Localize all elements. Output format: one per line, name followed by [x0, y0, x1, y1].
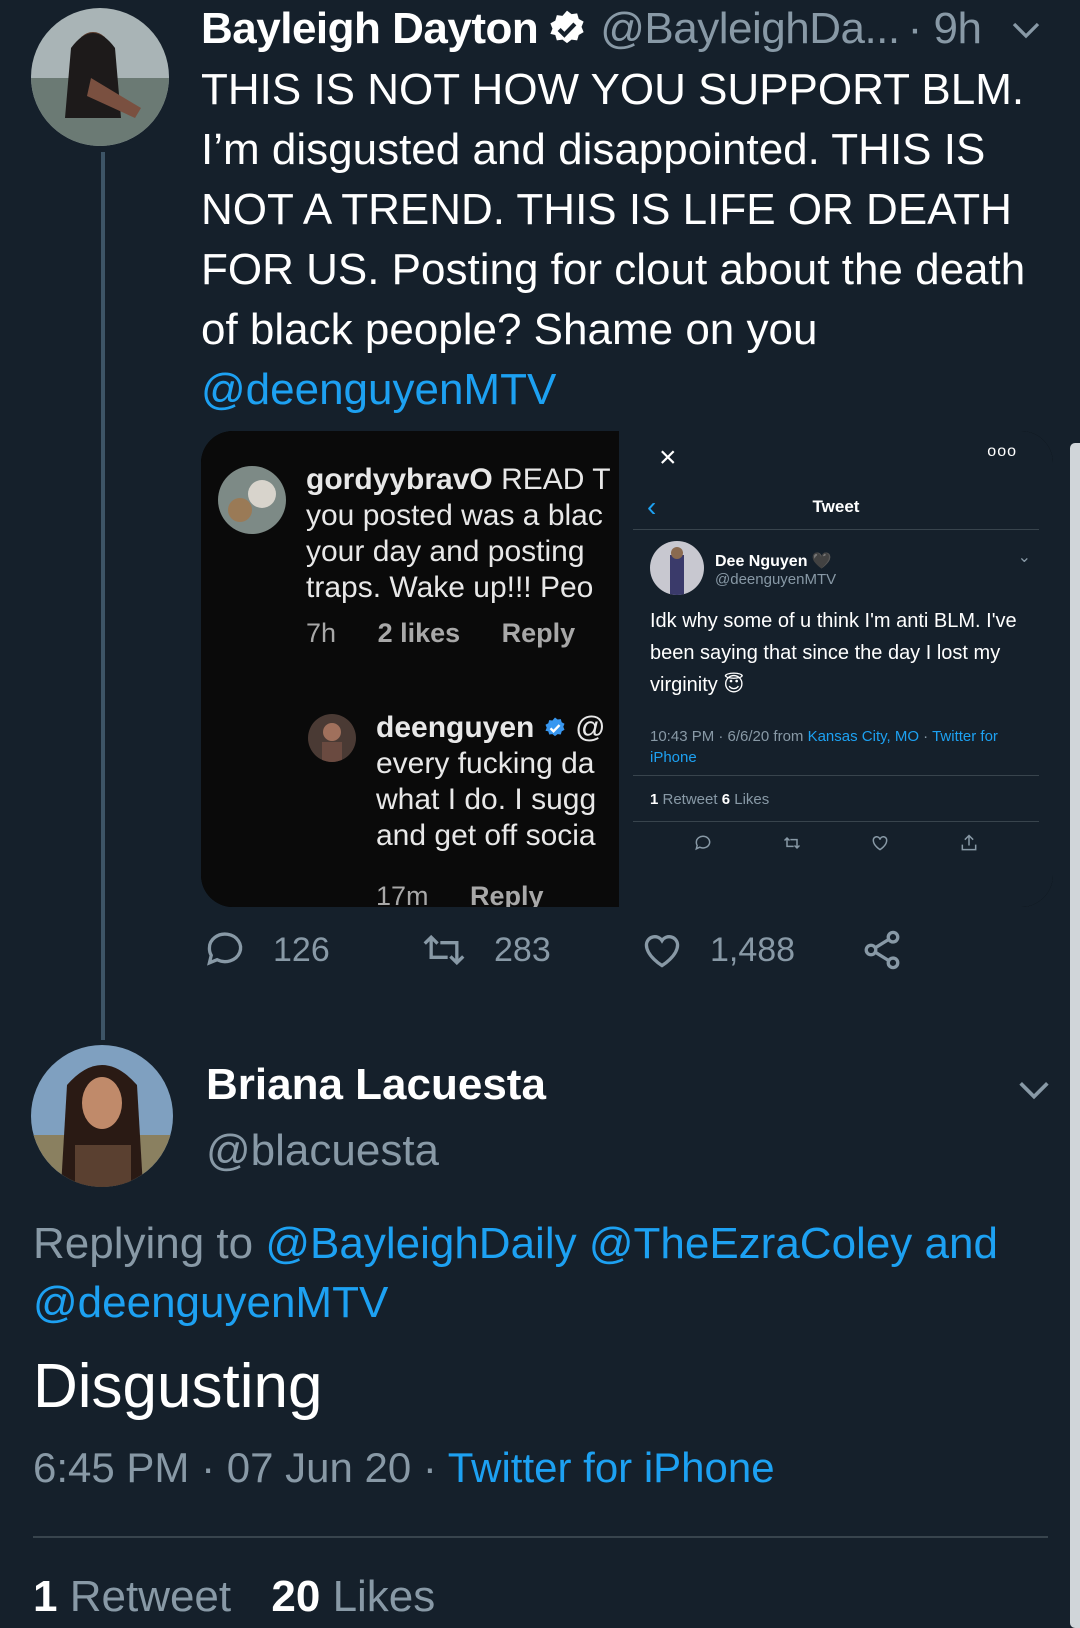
embedded-tweet-name: Dee Nguyen 🖤	[715, 553, 832, 570]
comment1-user: gordyybravO	[306, 463, 493, 496]
dee-avatar	[650, 541, 704, 595]
instagram-comments-screenshot: gordyybravO READ T you posted was a blac…	[201, 431, 619, 907]
tweet2-stats: 1 Retweet 20 Likes	[33, 1572, 435, 1622]
embedded-rt-label: Retweet	[658, 791, 722, 808]
comment2-user: deenguyen	[376, 711, 535, 744]
tweet2-text: Disgusting	[33, 1352, 323, 1421]
like-count: 1,488	[710, 930, 796, 969]
tweet1-handle[interactable]: @BayleighDa...	[600, 4, 900, 54]
comment2-line3: what I do. I sugg	[376, 783, 597, 816]
thread-connector	[101, 152, 105, 1040]
chevron-down-icon[interactable]	[1014, 1070, 1054, 1110]
heart-icon	[872, 835, 888, 851]
retweet-icon	[423, 934, 465, 966]
tweet2-source-link[interactable]: Twitter for iPhone	[448, 1444, 775, 1491]
mention-theezracoley[interactable]: @TheEzraColey	[589, 1219, 912, 1268]
reply-button[interactable]: 126	[203, 928, 330, 972]
tweet1-text: THIS IS NOT HOW YOU SUPPORT BLM. I’m dis…	[201, 60, 1061, 420]
comment2-line2: every fucking da	[376, 747, 595, 780]
tweet2-author-name[interactable]: Briana Lacuesta	[206, 1060, 546, 1110]
reply-count: 126	[273, 930, 330, 969]
tweet2-handle[interactable]: @blacuesta	[206, 1126, 439, 1176]
commenter2-avatar	[308, 714, 356, 762]
tweet2-like-label[interactable]: Likes	[333, 1572, 436, 1621]
embedded-divider	[633, 775, 1039, 776]
tweet2-retweet-count[interactable]: 1	[33, 1572, 57, 1621]
comment1-time: 7h	[306, 618, 337, 648]
comment2-line4: and get off socia	[376, 819, 596, 852]
comment1-text: gordyybravO READ T you posted was a blac…	[306, 462, 611, 606]
comment2-meta: 17m Reply	[376, 881, 578, 907]
verified-badge-icon	[545, 717, 565, 737]
comment2-text: deenguyen @ every fucking da what I do. …	[376, 710, 606, 854]
like-button[interactable]: 1,488	[640, 928, 795, 972]
comment1-line1: READ T	[501, 463, 611, 496]
avatar-image	[31, 1045, 173, 1187]
tweet1-body: THIS IS NOT HOW YOU SUPPORT BLM. I’m dis…	[201, 65, 1026, 354]
divider	[33, 1536, 1048, 1538]
retweet-button[interactable]: 283	[420, 928, 551, 972]
embedded-tweet-sep: ·	[919, 728, 933, 745]
embedded-tweet-handle: @deenguyenMTV	[715, 571, 837, 588]
mention-bayleighdaily[interactable]: @BayleighDaily	[265, 1219, 576, 1268]
embedded-like-count: 6	[721, 791, 731, 808]
tweet1-mention-link[interactable]: @deenguyenMTV	[201, 360, 1061, 420]
replying-to: Replying to @BayleighDaily @TheEzraColey…	[33, 1214, 1053, 1332]
embedded-tweet-meta: 10:43 PM · 6/6/20 from Kansas City, MO ·…	[650, 726, 1030, 768]
embedded-tweet-location: Kansas City, MO	[807, 728, 919, 745]
embedded-tweet-body: Idk why some of u think I'm anti BLM. I'…	[650, 610, 1017, 696]
comment1-line3: your day and posting	[306, 535, 585, 568]
comment2-time: 17m	[376, 881, 429, 907]
embedded-divider	[633, 529, 1039, 530]
retweet-icon	[783, 836, 800, 850]
embedded-tweet-counts: 1 Retweet 6 Likes	[650, 791, 769, 808]
chevron-down-icon: ⌄	[1017, 549, 1031, 566]
tweet2-retweet-label[interactable]: Retweet	[70, 1572, 231, 1621]
embedded-divider	[633, 821, 1039, 822]
embedded-action-bar	[619, 833, 1053, 853]
embedded-tweet-time: 10:43 PM · 6/6/20 from	[650, 728, 808, 745]
tweet1-author-name[interactable]: Bayleigh Dayton	[201, 4, 539, 54]
comment1-meta: 7h 2 likes Reply	[306, 618, 609, 649]
heart-icon	[644, 935, 680, 968]
replying-and[interactable]: and	[925, 1219, 998, 1268]
share-icon	[961, 834, 977, 851]
avatar-bayleigh[interactable]	[31, 8, 169, 146]
reply-icon	[695, 835, 711, 851]
comment2-at: @	[575, 711, 606, 744]
comment1-line4: traps. Wake up!!! Peo	[306, 571, 594, 604]
avatar-image	[31, 8, 169, 146]
reply-icon	[207, 932, 243, 966]
comment1-likes: 2 likes	[377, 618, 461, 648]
comment1-line2: you posted was a blac	[306, 499, 603, 532]
commenter-avatar	[218, 466, 286, 534]
avatar-briana[interactable]	[31, 1045, 173, 1187]
embedded-tweet-title: Tweet	[812, 497, 860, 516]
tweet2-like-count[interactable]: 20	[271, 1572, 320, 1621]
chevron-down-icon[interactable]	[1008, 12, 1044, 48]
replying-label: Replying to	[33, 1219, 266, 1268]
share-button[interactable]	[860, 928, 930, 972]
comment2-reply: Reply	[470, 881, 544, 907]
tweet1-time[interactable]: · 9h	[908, 4, 982, 54]
more-options-icon: ooo	[987, 443, 1017, 460]
embedded-tweet-screenshot: × ooo ‹ Tweet Dee Nguyen 🖤 @deenguyenMTV…	[619, 431, 1053, 907]
scrollbar[interactable]	[1070, 443, 1080, 1628]
tweet1-media-image[interactable]: gordyybravO READ T you posted was a blac…	[201, 431, 1053, 907]
tweet2-timestamp: 6:45 PM · 07 Jun 20 ·	[33, 1444, 448, 1491]
comment1-reply: Reply	[501, 618, 576, 648]
verified-badge-icon	[550, 10, 584, 44]
tweet1-header: Bayleigh Dayton @BayleighDa... · 9h	[201, 4, 982, 54]
embedded-like-label: Likes	[730, 791, 770, 808]
tweet2-meta: 6:45 PM · 07 Jun 20 · Twitter for iPhone	[33, 1444, 775, 1492]
retweet-count: 283	[494, 930, 551, 969]
share-icon	[864, 930, 900, 970]
mention-deenguyenmtv[interactable]: @deenguyenMTV	[33, 1278, 388, 1327]
close-icon: ×	[659, 441, 677, 474]
